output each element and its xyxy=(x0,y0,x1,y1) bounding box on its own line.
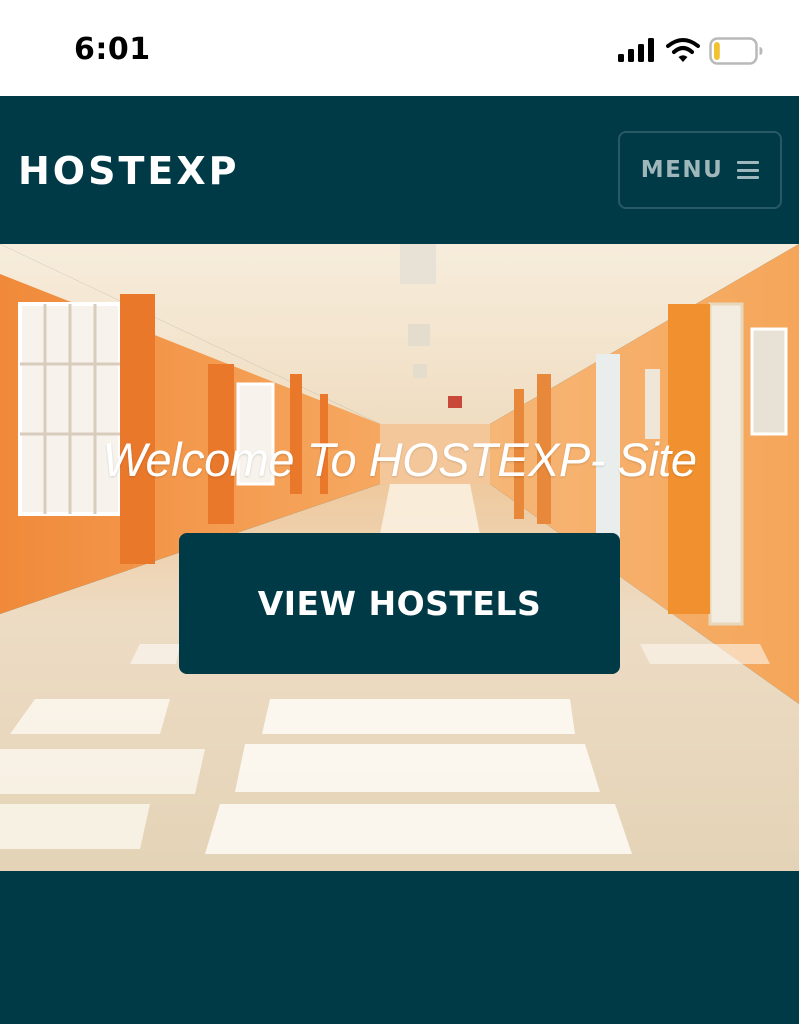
hero-section: Welcome To HOSTEXP- Site VIEW HOSTELS xyxy=(0,244,799,871)
cellular-signal-icon xyxy=(618,38,654,62)
wifi-icon xyxy=(666,38,700,62)
page-footer-band xyxy=(0,871,799,1024)
view-hostels-button[interactable]: VIEW HOSTELS xyxy=(179,533,620,674)
menu-label: MENU xyxy=(640,157,724,183)
brand-logo-text[interactable]: HOSTEXP xyxy=(18,149,240,193)
battery-icon xyxy=(709,37,763,65)
menu-button[interactable]: MENU xyxy=(618,131,782,209)
site-header: HOSTEXP MENU xyxy=(0,96,799,244)
status-bar: 6:01 xyxy=(0,0,799,96)
status-time: 6:01 xyxy=(74,32,151,67)
hamburger-icon xyxy=(737,161,760,179)
hero-title: Welcome To HOSTEXP- Site xyxy=(102,433,697,486)
